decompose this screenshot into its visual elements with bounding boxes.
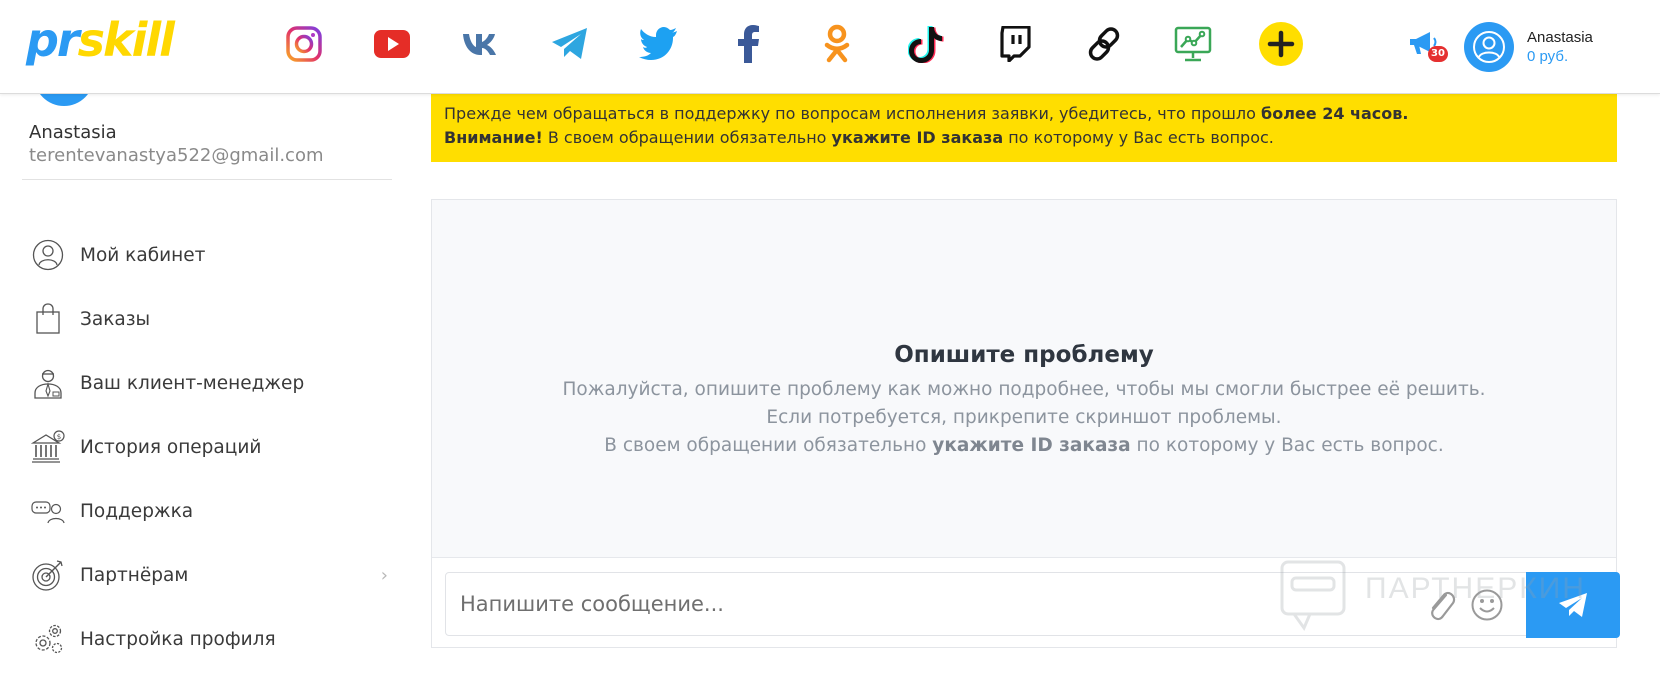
notifications-button[interactable]: 30 (1408, 30, 1448, 62)
top-header: prskill 30 Anastasia 0 руб. (0, 0, 1660, 94)
shopping-bag-icon (28, 299, 68, 339)
chat-description-bold: укажите ID заказа (932, 435, 1131, 456)
send-message-button[interactable] (1526, 572, 1620, 638)
notice-bold: Внимание! (444, 128, 543, 147)
chat-description-line: Пожалуйста, опишите проблему как можно п… (562, 379, 1486, 400)
chat-description-text: В своем обращении обязательно (604, 435, 933, 456)
chevron-right-icon[interactable]: › (381, 565, 388, 586)
notifications-badge: 30 (1428, 46, 1448, 62)
notice-text: Прежде чем обращаться в поддержку по воп… (444, 104, 1262, 123)
sidebar-item-partners[interactable]: Партнёрам › (28, 552, 388, 598)
link-icon[interactable] (1084, 24, 1124, 64)
instagram-icon[interactable] (284, 24, 324, 64)
notice-text: по которому у Вас есть вопрос. (1003, 128, 1274, 147)
sidebar-item-label: Мой кабинет (80, 244, 206, 266)
sidebar-item-label: История операций (80, 436, 262, 458)
sidebar-item-label: Ваш клиент-менеджер (80, 372, 305, 394)
notice-line-2: Внимание! В своем обращении обязательно … (444, 126, 1604, 150)
message-composer (445, 572, 1620, 638)
notice-line-1: Прежде чем обращаться в поддержку по воп… (444, 102, 1604, 126)
chat-empty-title: Опишите проблему (894, 342, 1154, 368)
avatar[interactable] (1464, 22, 1514, 72)
sidebar-divider (22, 179, 392, 180)
chat-empty-description: Пожалуйста, опишите проблему как можно п… (432, 376, 1616, 460)
header-user-balance[interactable]: 0 руб. (1527, 48, 1568, 65)
analytics-icon[interactable] (1173, 24, 1213, 64)
notice-bold: более 24 часов. (1261, 104, 1409, 123)
vk-icon[interactable] (461, 24, 501, 64)
gears-icon (28, 619, 68, 659)
sidebar-item-orders[interactable]: Заказы (28, 296, 388, 342)
bank-icon: $ (28, 427, 68, 467)
sidebar-item-label: Настройка профиля (80, 628, 276, 650)
prskill-logo[interactable]: prskill (26, 12, 175, 68)
sidebar-item-label: Поддержка (80, 500, 194, 522)
facebook-icon[interactable] (728, 24, 768, 64)
support-notice-banner: Прежде чем обращаться в поддержку по воп… (431, 94, 1617, 162)
support-icon (28, 491, 68, 531)
twitch-icon[interactable] (995, 24, 1035, 64)
sidebar-user-email: terentevanastya522@gmail.com (29, 145, 324, 166)
sidebar-item-cabinet[interactable]: Мой кабинет (28, 232, 388, 278)
twitter-icon[interactable] (639, 24, 679, 64)
user-icon (1473, 31, 1505, 63)
sidebar-item-profile-settings[interactable]: Настройка профиля (28, 616, 388, 662)
notice-text: В своем обращении обязательно (542, 128, 832, 147)
sidebar-item-client-manager[interactable]: Ваш клиент-менеджер (28, 360, 388, 406)
telegram-icon[interactable] (550, 24, 590, 64)
logo-part-1: pr (26, 13, 80, 67)
chat-messages-area[interactable]: Опишите проблему Пожалуйста, опишите про… (432, 200, 1616, 558)
youtube-icon[interactable] (372, 24, 412, 64)
sidebar-item-label: Заказы (80, 308, 151, 330)
send-icon (1559, 593, 1587, 617)
tiktok-icon[interactable] (906, 24, 946, 64)
sidebar-user-name: Anastasia (29, 122, 117, 143)
support-chat-panel: Опишите проблему Пожалуйста, опишите про… (431, 199, 1620, 648)
chat-description-line: В своем обращении обязательно укажите ID… (432, 432, 1616, 460)
sidebar-item-support[interactable]: Поддержка (28, 488, 388, 534)
manager-icon (28, 363, 68, 403)
sidebar-item-label: Партнёрам (80, 564, 189, 586)
add-icon[interactable] (1259, 22, 1303, 66)
sidebar-item-operations-history[interactable]: $ История операций (28, 424, 388, 470)
attach-file-icon[interactable] (1426, 587, 1460, 623)
message-input[interactable] (460, 583, 1340, 625)
chat-description-text: по которому у Вас есть вопрос. (1130, 435, 1444, 456)
emoji-icon[interactable] (1470, 588, 1504, 622)
chat-description-line: Если потребуется, прикрепите скриншот пр… (766, 407, 1282, 428)
notice-bold: укажите ID заказа (831, 128, 1004, 147)
logo-part-2: skill (77, 13, 175, 67)
svg-text:$: $ (57, 433, 61, 441)
target-icon (28, 555, 68, 595)
user-icon (28, 235, 68, 275)
header-user-name[interactable]: Anastasia (1527, 29, 1593, 46)
odnoklassniki-icon[interactable] (817, 24, 857, 64)
